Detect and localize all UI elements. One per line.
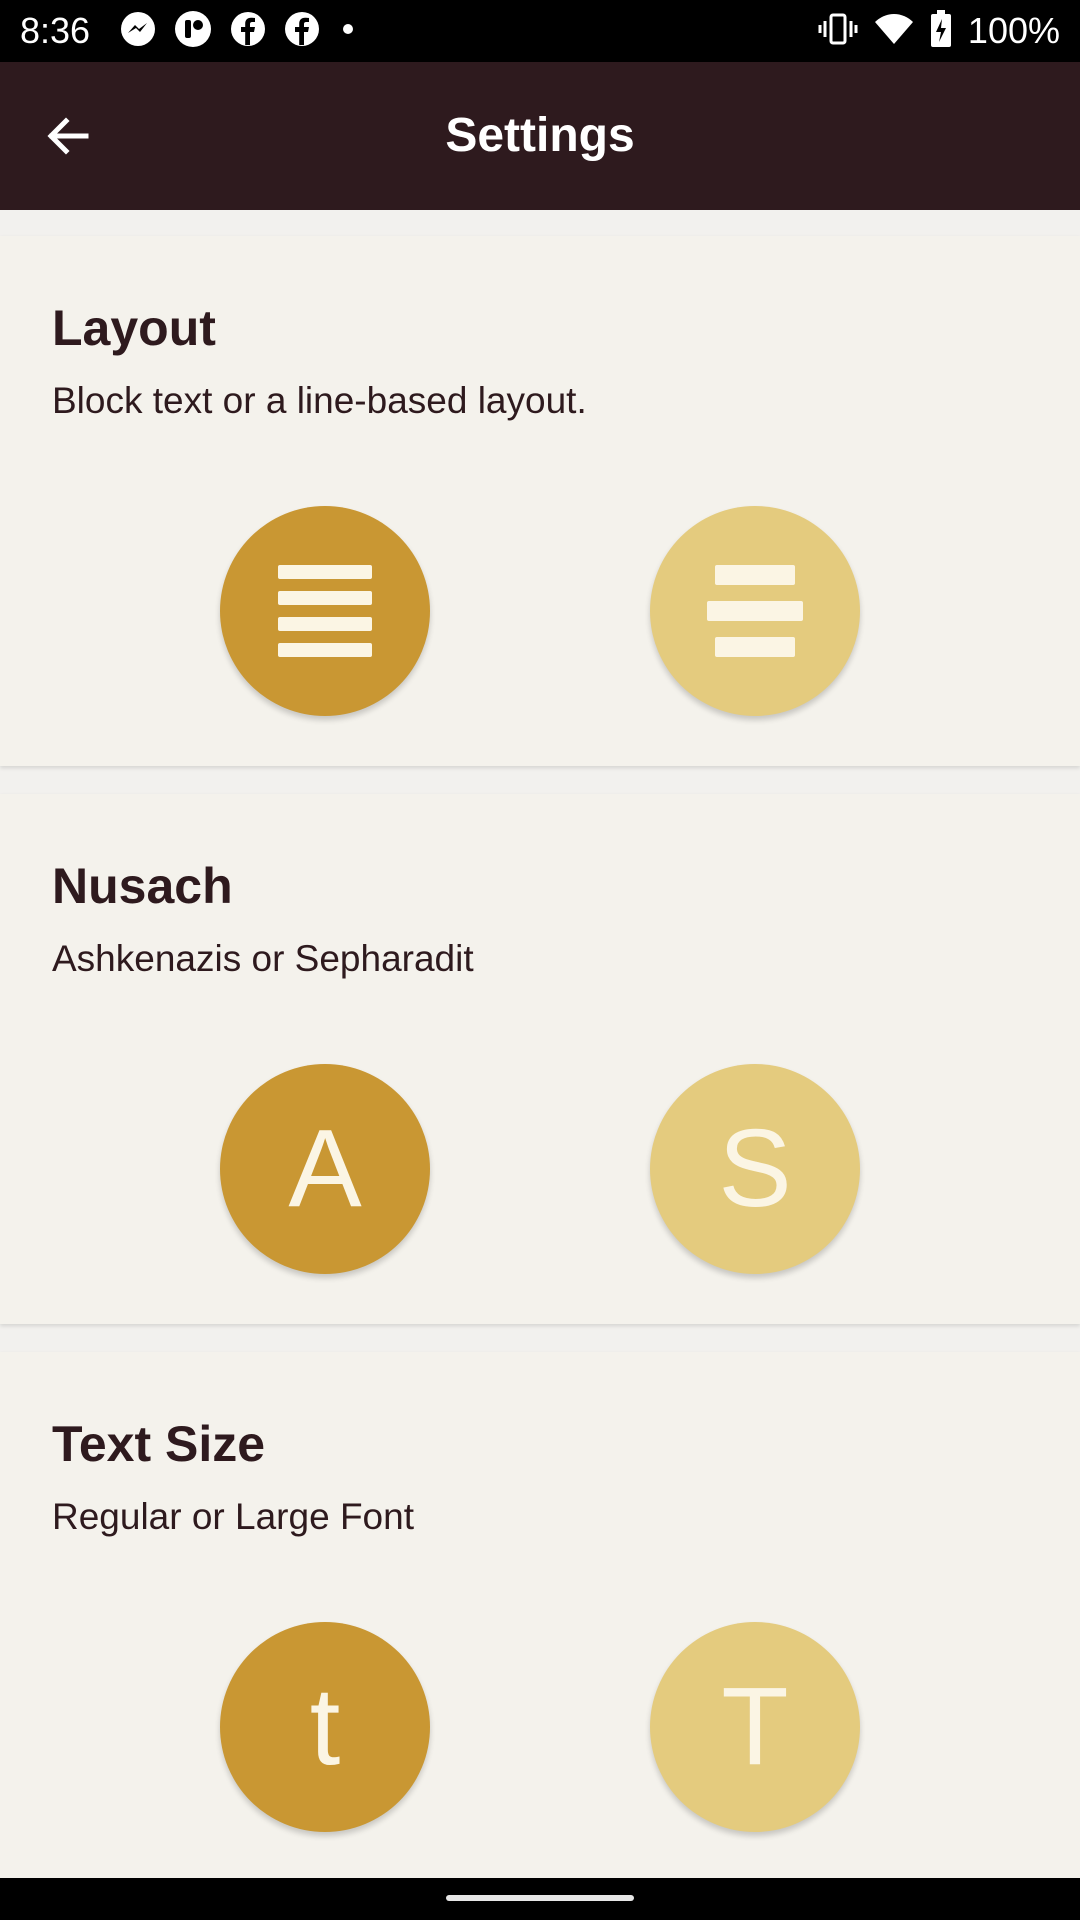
section-title: Nusach xyxy=(52,858,233,914)
option-label: S xyxy=(718,1107,792,1230)
vibrate-icon xyxy=(818,11,858,51)
section-subtitle: Ashkenazis or Sepharadit xyxy=(52,938,474,979)
block-text-option[interactable] xyxy=(220,506,430,716)
section-subtitle: Regular or Large Font xyxy=(52,1496,414,1537)
page-title: Settings xyxy=(445,109,635,162)
ashkenazis-option[interactable]: A xyxy=(220,1064,430,1274)
option-label: t xyxy=(309,1665,341,1788)
section-title: Layout xyxy=(52,300,216,356)
nusach-section: Nusach Ashkenazis or Sepharadit A S xyxy=(0,794,1080,1324)
app-icon xyxy=(174,10,212,52)
section-subtitle: Block text or a line-based layout. xyxy=(52,380,587,421)
messenger-icon xyxy=(120,11,156,51)
home-gesture-handle[interactable] xyxy=(446,1895,634,1901)
sepharadit-option[interactable]: S xyxy=(650,1064,860,1274)
facebook-icon xyxy=(284,11,320,51)
line-layout-option[interactable] xyxy=(650,506,860,716)
block-text-icon xyxy=(278,565,372,657)
layout-section: Layout Block text or a line-based layout… xyxy=(0,236,1080,766)
wifi-icon xyxy=(874,12,914,50)
system-icons: 100% xyxy=(818,10,1060,52)
large-font-option[interactable]: T xyxy=(650,1622,860,1832)
option-label: A xyxy=(288,1107,362,1230)
option-label: T xyxy=(721,1665,789,1788)
battery-percentage: 100% xyxy=(967,10,1060,51)
battery-charging-icon xyxy=(930,10,952,52)
status-time: 8:36 xyxy=(20,10,91,51)
facebook-icon xyxy=(230,11,266,51)
status-bar: 8:36 100% xyxy=(0,0,1080,62)
regular-font-option[interactable]: t xyxy=(220,1622,430,1832)
app-bar: Settings xyxy=(0,62,1080,210)
section-title: Text Size xyxy=(52,1416,266,1472)
notification-icons xyxy=(120,10,358,52)
text-size-section: Text Size Regular or Large Font t T xyxy=(0,1352,1080,1882)
dot-icon xyxy=(338,19,358,43)
navigation-bar xyxy=(0,1878,1080,1920)
line-layout-icon xyxy=(707,565,803,657)
